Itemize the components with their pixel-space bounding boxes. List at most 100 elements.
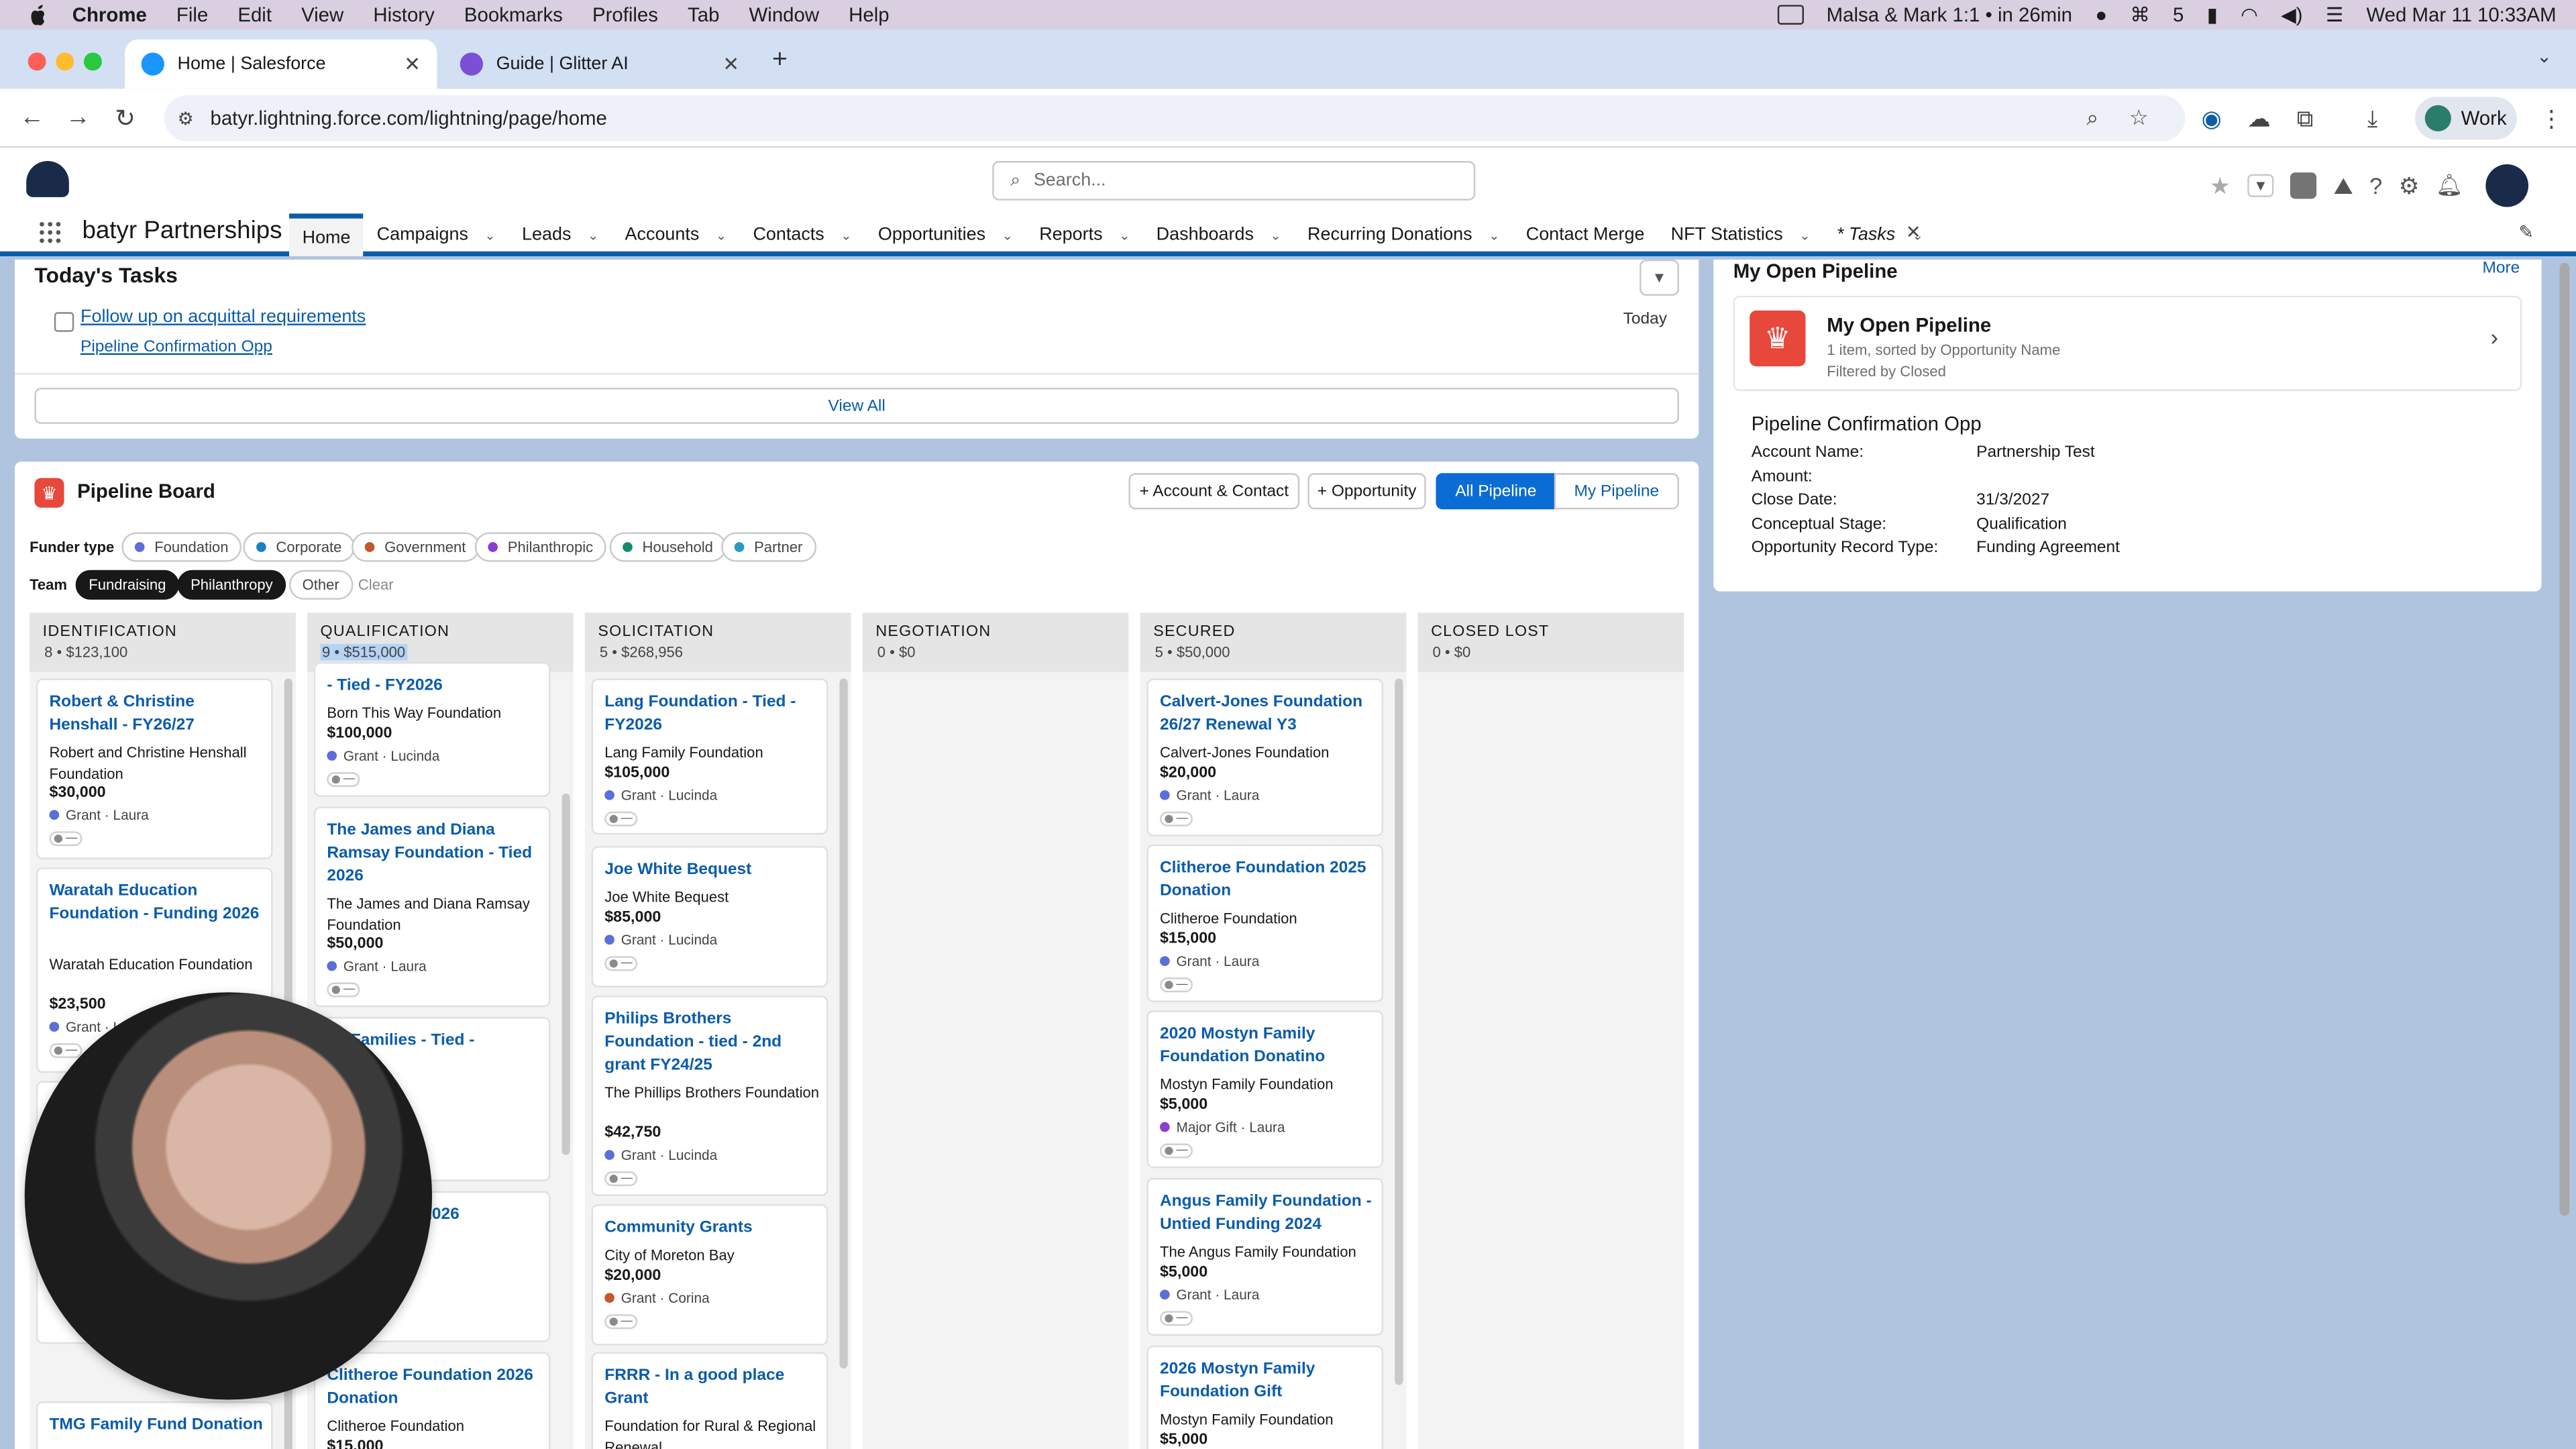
battery-icon[interactable]: ▮ (2207, 3, 2218, 26)
nav-tab-4[interactable]: Contacts ⌄ (740, 213, 865, 256)
tab-glitter[interactable]: Guide | Glitter AI ✕ (443, 40, 755, 89)
opportunity-card[interactable]: - Tied - FY2026 Born This Way Foundation $… (313, 661, 551, 797)
clear-filters-link[interactable]: Clear (358, 577, 394, 593)
nav-tab-2[interactable]: Leads ⌄ (508, 213, 612, 256)
opportunity-title-link[interactable]: 2020 Mostyn Family Foundation Donatino (1160, 1024, 1377, 1070)
calendar-event[interactable]: Malsa & Mark 1:1 • in 26min (1827, 3, 2072, 26)
close-tab-icon[interactable]: ✕ (1906, 222, 1921, 243)
browser-menu-icon[interactable]: ⋮ (2540, 105, 2563, 133)
chevron-down-icon[interactable]: ⌄ (1489, 227, 1499, 242)
zoom-window-button[interactable] (83, 52, 102, 71)
my-pipeline-button[interactable]: My Pipeline (1554, 473, 1679, 510)
status-toggle[interactable]: — (604, 810, 638, 826)
nav-tab-5[interactable]: Opportunities ⌄ (865, 213, 1026, 256)
status-toggle[interactable]: — (604, 1171, 638, 1187)
status-toggle[interactable]: — (604, 1313, 638, 1329)
chevron-right-icon[interactable]: › (2491, 323, 2498, 350)
volume-icon[interactable]: ◀) (2281, 3, 2302, 26)
opportunity-title-link[interactable]: Community Grants (604, 1218, 821, 1240)
funder-chip[interactable]: Corporate (243, 532, 356, 562)
opportunity-title-link[interactable]: - Tied - FY2026 (327, 676, 543, 698)
app-launcher-icon[interactable] (38, 220, 61, 244)
opportunity-title-link[interactable]: Lang Foundation - Tied - FY2026 (604, 692, 821, 738)
status-toggle[interactable]: — (49, 1043, 83, 1059)
funder-chip[interactable]: Household (609, 532, 727, 562)
nav-tab-8[interactable]: Recurring Donations ⌄ (1294, 213, 1513, 256)
command-icon[interactable]: ⌘ (2130, 3, 2149, 26)
team-chip[interactable]: Philanthropy (177, 570, 286, 600)
trailhead-icon[interactable]: ⛰ (2334, 172, 2353, 200)
opportunity-card[interactable]: Clitheroe Foundation 2025 Donation Clithe… (1146, 844, 1384, 1002)
opportunity-card[interactable]: Philips Brothers Foundation - tied - 2nd… (591, 996, 828, 1196)
team-chip[interactable]: Fundraising (75, 570, 180, 600)
bookmark-star-icon[interactable]: ☆ (2129, 105, 2149, 131)
column-scrollbar[interactable] (1395, 678, 1403, 1385)
chevron-down-icon[interactable]: ⌄ (1799, 227, 1810, 242)
password-manager-icon[interactable]: ◉ (2202, 105, 2222, 133)
page-scrollbar[interactable] (2559, 262, 2570, 1216)
opportunity-title-link[interactable]: TMG Family Fund Donation (49, 1415, 266, 1438)
datetime[interactable]: Wed Mar 11 10:33AM (2366, 3, 2556, 26)
chevron-down-icon[interactable]: ⌄ (716, 227, 727, 242)
tab-search-icon[interactable]: ⌄ (2536, 46, 2552, 67)
funder-chip[interactable]: Foundation (121, 532, 242, 562)
tab-salesforce[interactable]: Home | Salesforce ✕ (125, 39, 437, 89)
opportunity-title-link[interactable]: Calvert-Jones Foundation 26/27 Renewal Y… (1160, 692, 1377, 738)
setup-gear-icon[interactable]: ⚙ (2399, 172, 2420, 200)
menu-window[interactable]: Window (749, 3, 820, 26)
opportunity-title-link[interactable]: 2026 Mostyn Family Foundation Gift (1160, 1358, 1377, 1405)
opportunity-card[interactable]: Angus Family Foundation - Untied Funding… (1146, 1177, 1384, 1336)
menu-view[interactable]: View (301, 3, 343, 26)
notifications-bell-icon[interactable]: 🔔︎ (2436, 172, 2463, 199)
menu-file[interactable]: File (176, 3, 208, 26)
more-link[interactable]: More (2482, 260, 2520, 278)
funder-chip[interactable]: Partner (721, 532, 816, 562)
add-opportunity-button[interactable]: + Opportunity (1307, 473, 1426, 510)
status-toggle[interactable]: — (49, 831, 83, 847)
menu-app[interactable]: Chrome (72, 3, 147, 26)
task-link[interactable]: Follow up on acquittal requirements (80, 307, 366, 327)
all-pipeline-button[interactable]: All Pipeline (1436, 473, 1556, 510)
opportunity-title-link[interactable]: Clitheroe Foundation 2025 Donation (1160, 857, 1377, 904)
status-toggle[interactable]: — (1159, 1310, 1193, 1326)
column-scrollbar[interactable] (839, 678, 848, 1369)
global-add-icon[interactable] (2291, 172, 2318, 199)
apple-icon[interactable] (26, 3, 49, 26)
opportunity-card[interactable]: 2026 Mostyn Family Foundation Gift Mostyn… (1146, 1345, 1384, 1449)
list-view-card[interactable]: ♛ My Open Pipeline 1 item, sorted by Opp… (1733, 295, 2522, 391)
nav-tab-0[interactable]: Home (289, 213, 364, 257)
opportunity-title-link[interactable]: Robert & Christine Henshall - FY26/27 (49, 692, 266, 738)
close-tab-icon[interactable]: ✕ (722, 52, 739, 75)
zoom-icon[interactable]: ⌕ (2086, 105, 2098, 131)
opportunity-card[interactable]: Joe White Bequest Joe White Bequest $85,00… (591, 846, 828, 987)
help-icon[interactable]: ? (2369, 172, 2382, 199)
chevron-down-icon[interactable]: ⌄ (1002, 227, 1013, 242)
new-tab-icon[interactable]: + (772, 46, 788, 76)
status-toggle[interactable]: — (1159, 1142, 1193, 1158)
add-account-contact-button[interactable]: + Account & Contact (1128, 473, 1300, 510)
close-window-button[interactable] (28, 52, 46, 71)
nav-tab-3[interactable]: Accounts ⌄ (612, 213, 740, 256)
task-related-link[interactable]: Pipeline Confirmation Opp (80, 338, 272, 356)
chevron-down-icon[interactable]: ⌄ (1119, 227, 1130, 242)
opportunity-card[interactable]: The James and Diana Ramsay Foundation - … (313, 806, 551, 1008)
menu-profiles[interactable]: Profiles (592, 3, 658, 26)
tasks-filter-dropdown[interactable]: ▼ (1640, 259, 1679, 296)
opportunity-name[interactable]: Pipeline Confirmation Opp (1752, 413, 1982, 435)
opportunity-card[interactable]: Community Grants City of Moreton Bay $20,0… (591, 1204, 828, 1346)
opportunity-title-link[interactable]: Clitheroe Foundation 2026 Donation (327, 1365, 543, 1411)
control-center-icon[interactable]: ☰ (2326, 3, 2343, 26)
download-icon[interactable]: ⤓ (2367, 105, 2377, 133)
menu-history[interactable]: History (373, 3, 434, 26)
opportunity-card[interactable]: 2020 Mostyn Family Foundation Donatino Mo… (1146, 1010, 1384, 1169)
task-checkbox[interactable] (54, 312, 74, 332)
chevron-down-icon[interactable]: ⌄ (484, 227, 495, 242)
close-tab-icon[interactable]: ✕ (404, 52, 421, 75)
opportunity-card[interactable]: Clitheroe Foundation 2026 Donation Clithe… (313, 1352, 551, 1449)
favorites-dropdown-icon[interactable]: ▼ (2247, 174, 2275, 197)
user-avatar[interactable] (2485, 164, 2529, 207)
nav-tab-1[interactable]: Campaigns ⌄ (364, 213, 508, 256)
nav-tab-9[interactable]: Contact Merge (1513, 213, 1658, 256)
menu-bookmarks[interactable]: Bookmarks (464, 3, 563, 26)
view-all-button[interactable]: View All (34, 387, 1679, 424)
